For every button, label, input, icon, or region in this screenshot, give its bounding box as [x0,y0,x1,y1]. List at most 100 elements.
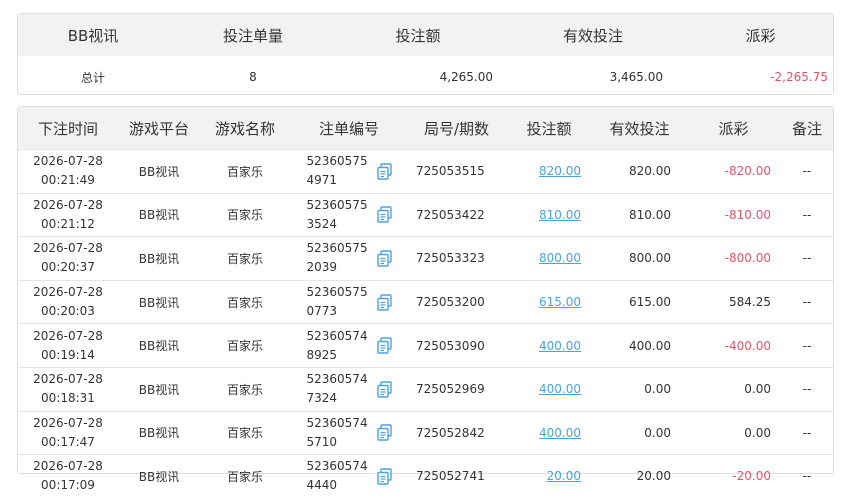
payout-cell: -800.00 [686,236,781,281]
bet-time: 00:21:12 [41,216,95,231]
platform-cell: BB视讯 [118,279,200,324]
bet-amount-cell: 20.00 [505,454,593,498]
header-bet-amount: 投注额 [505,107,593,150]
game-name-cell: 百家乐 [200,236,290,281]
bet-time: 00:18:31 [41,391,95,406]
summary-total-bet: 4,265.00 [439,70,493,84]
order-number: 523605745710 [306,415,368,449]
bet-time-cell: 2026-07-28 00:20:37 [18,236,118,281]
game-name-cell: 百家乐 [200,192,290,237]
payout-cell: 584.25 [686,279,781,324]
bet-amount-cell: 400.00 [505,410,593,455]
bet-amount-cell: 400.00 [505,366,593,412]
platform-cell: BB视讯 [118,192,200,237]
round-no-cell: 725052741 [408,454,505,498]
order-cell: 523605753524 [290,192,408,237]
summary-total-row: 总计 8 4,265.00 3,465.00 -2,265.75 [18,56,833,98]
valid-bet-cell: 20.00 [593,454,686,498]
copy-icon[interactable] [376,337,392,354]
copy-icon[interactable] [376,250,392,267]
bet-time: 00:17:47 [41,434,95,449]
bet-date: 2026-07-28 [33,415,103,430]
copy-icon[interactable] [376,163,392,180]
bet-time: 00:20:37 [41,260,95,275]
game-name-cell: 百家乐 [200,366,290,412]
platform-cell: BB视讯 [118,323,200,368]
bet-detail-table-card: 下注时间 游戏平台 游戏名称 注单编号 局号/期数 投注额 有效投注 派彩 备注… [17,106,834,498]
copy-icon[interactable] [376,381,392,398]
bet-amount-link[interactable]: 20.00 [547,469,581,483]
bet-amount-link[interactable]: 800.00 [539,251,581,265]
payout-cell: 0.00 [686,366,781,412]
note-cell: -- [781,279,833,324]
round-no-cell: 725052842 [408,410,505,455]
table-row: 2026-07-28 00:21:49 BB视讯 百家乐 52360575497… [18,149,833,194]
game-name-cell: 百家乐 [200,323,290,368]
bet-time-cell: 2026-07-28 00:21:49 [18,149,118,194]
copy-icon[interactable] [376,206,392,224]
summary-table: BB视讯 投注单量 投注额 有效投注 派彩 总计 8 4,265.00 3,46… [18,14,833,98]
copy-icon[interactable] [376,424,392,442]
payout-cell: 0.00 [686,410,781,455]
payout-cell: -400.00 [686,323,781,368]
order-number: 523605748925 [306,328,368,362]
bet-time-cell: 2026-07-28 00:21:12 [18,192,118,237]
valid-bet-cell: 0.00 [593,366,686,412]
bet-time-cell: 2026-07-28 00:17:47 [18,410,118,455]
table-row: 2026-07-28 00:21:12 BB视讯 百家乐 52360575352… [18,192,833,237]
bet-amount-cell: 400.00 [505,323,593,368]
round-no-cell: 725053090 [408,323,505,368]
bet-date: 2026-07-28 [33,241,103,256]
platform-cell: BB视讯 [118,454,200,498]
valid-bet-cell: 800.00 [593,236,686,281]
order-number: 523605754971 [306,154,368,188]
valid-bet-cell: 810.00 [593,192,686,237]
order-cell: 523605750773 [290,279,408,324]
note-cell: -- [781,366,833,412]
order-number: 523605744440 [306,459,368,493]
bet-time: 00:21:49 [41,173,95,188]
summary-total-label: 总计 [80,70,105,85]
copy-icon[interactable] [376,468,392,485]
order-number: 523605747324 [306,372,368,406]
bet-date: 2026-07-28 [33,285,103,300]
header-round-no: 局号/期数 [408,107,505,150]
header-payout: 派彩 [686,107,781,150]
platform-cell: BB视讯 [118,410,200,455]
valid-bet-cell: 820.00 [593,149,686,194]
copy-icon[interactable] [376,293,392,311]
bet-date: 2026-07-28 [33,372,103,387]
bet-time: 00:19:14 [41,347,95,362]
table-row: 2026-07-28 00:17:47 BB视讯 百家乐 52360574571… [18,410,833,455]
detail-body: 2026-07-28 00:21:49 BB视讯 百家乐 52360575497… [18,149,833,498]
bet-time-cell: 2026-07-28 00:17:09 [18,454,118,498]
table-row: 2026-07-28 00:20:03 BB视讯 百家乐 52360575077… [18,279,833,324]
round-no-cell: 725053323 [408,236,505,281]
bet-amount-link[interactable]: 400.00 [539,339,581,353]
bet-date: 2026-07-28 [33,459,103,474]
note-cell: -- [781,454,833,498]
payout-cell: -820.00 [686,149,781,194]
summary-header-payout: 派彩 [688,14,833,56]
order-number: 523605752039 [306,241,368,275]
bet-amount-link[interactable]: 810.00 [539,208,581,222]
platform-cell: BB视讯 [118,236,200,281]
note-cell: -- [781,236,833,281]
summary-header-valid: 有效投注 [498,14,688,56]
order-cell: 523605744440 [290,454,408,498]
summary-header-count: 投注单量 [168,14,338,56]
note-cell: -- [781,149,833,194]
bet-amount-link[interactable]: 820.00 [539,164,581,178]
summary-total-valid: 3,465.00 [609,70,663,84]
bet-detail-table: 下注时间 游戏平台 游戏名称 注单编号 局号/期数 投注额 有效投注 派彩 备注… [18,107,833,498]
valid-bet-cell: 615.00 [593,279,686,324]
round-no-cell: 725052969 [408,366,505,412]
summary-total-payout: -2,265.75 [770,70,828,84]
table-row: 2026-07-28 00:18:31 BB视讯 百家乐 52360574732… [18,366,833,412]
bet-amount-link[interactable]: 400.00 [539,382,581,396]
bet-date: 2026-07-28 [33,328,103,343]
summary-header-row: BB视讯 投注单量 投注额 有效投注 派彩 [18,14,833,56]
bet-amount-link[interactable]: 400.00 [539,426,581,440]
round-no-cell: 725053200 [408,279,505,324]
bet-amount-link[interactable]: 615.00 [539,295,581,309]
